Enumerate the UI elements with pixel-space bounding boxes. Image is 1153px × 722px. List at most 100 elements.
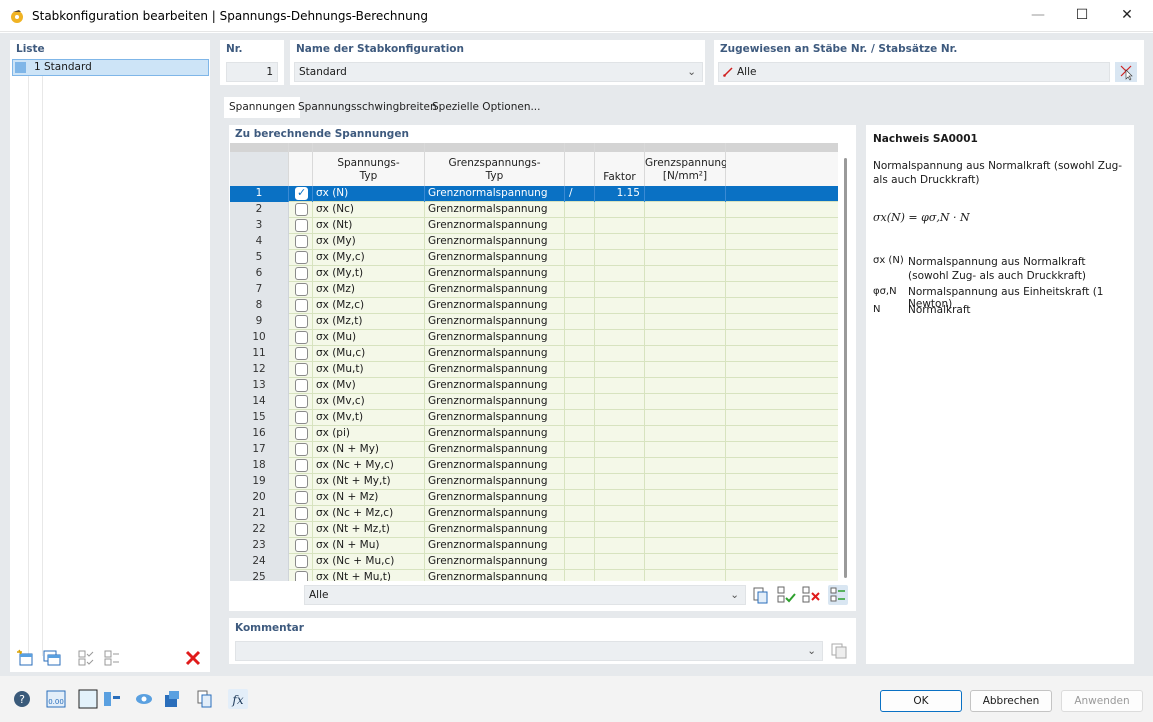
table-row[interactable]: 6 σx (My,t) Grenznormalspannung <box>230 266 838 282</box>
row-checkbox[interactable] <box>289 410 313 426</box>
row-checkbox[interactable] <box>289 362 313 378</box>
table-row[interactable]: 19 σx (Nt + My,t) Grenznormalspannung <box>230 474 838 490</box>
checkbox[interactable] <box>295 363 308 376</box>
checkbox[interactable] <box>295 395 308 408</box>
apply-button[interactable]: Anwenden <box>1061 690 1143 712</box>
row-checkbox[interactable] <box>289 330 313 346</box>
checkbox[interactable] <box>295 539 308 552</box>
row-checkbox[interactable] <box>289 522 313 538</box>
row-checkbox[interactable] <box>289 394 313 410</box>
table-row[interactable]: 23 σx (N + Mu) Grenznormalspannung <box>230 538 838 554</box>
comment-field[interactable]: ⌄ <box>235 641 823 661</box>
checkbox[interactable] <box>295 523 308 536</box>
name-select[interactable]: Standard ⌄ <box>294 62 703 82</box>
uncheck-all-icon[interactable] <box>801 585 821 605</box>
table-row[interactable]: 14 σx (Mv,c) Grenznormalspannung <box>230 394 838 410</box>
maximize-button[interactable]: ☐ <box>1059 0 1105 32</box>
row-checkbox[interactable] <box>289 442 313 458</box>
table-row[interactable]: 10 σx (Mu) Grenznormalspannung <box>230 330 838 346</box>
row-checkbox[interactable] <box>289 282 313 298</box>
table-row[interactable]: 21 σx (Nc + Mz,c) Grenznormalspannung <box>230 506 838 522</box>
table-row[interactable]: 17 σx (N + My) Grenznormalspannung <box>230 442 838 458</box>
checkbox[interactable] <box>295 507 308 520</box>
copy-icon[interactable] <box>42 648 62 668</box>
checkbox[interactable] <box>295 379 308 392</box>
checkbox[interactable] <box>295 491 308 504</box>
table-row[interactable]: 5 σx (My,c) Grenznormalspannung <box>230 250 838 266</box>
table-scrollbar[interactable] <box>844 158 847 578</box>
checkbox[interactable] <box>295 571 308 581</box>
row-checkbox[interactable] <box>289 266 313 282</box>
row-checkbox[interactable] <box>289 458 313 474</box>
row-checkbox[interactable] <box>289 186 313 202</box>
checkbox[interactable] <box>295 219 308 232</box>
tab-spannungsschwingbreiten[interactable]: Spannungsschwingbreiten <box>293 97 442 118</box>
table-row[interactable]: 4 σx (My) Grenznormalspannung <box>230 234 838 250</box>
table-row[interactable]: 24 σx (Nc + Mu,c) Grenznormalspannung <box>230 554 838 570</box>
checkbox[interactable] <box>295 235 308 248</box>
table-row[interactable]: 16 σx (pi) Grenznormalspannung <box>230 426 838 442</box>
table-row[interactable]: 1 σx (N)Grenznormalspannung/1.15 <box>230 186 838 202</box>
table-row[interactable]: 20 σx (N + Mz) Grenznormalspannung <box>230 490 838 506</box>
assigned-field[interactable]: Alle <box>718 62 1110 82</box>
row-checkbox[interactable] <box>289 490 313 506</box>
table-row[interactable]: 8 σx (Mz,c) Grenznormalspannung <box>230 298 838 314</box>
row-checkbox[interactable] <box>289 474 313 490</box>
tab-spannungen[interactable]: Spannungen <box>224 97 301 118</box>
table-row[interactable]: 2 σx (Nc) Grenznormalspannung <box>230 202 838 218</box>
delete-icon[interactable] <box>183 648 203 668</box>
row-checkbox[interactable] <box>289 314 313 330</box>
formula-icon[interactable]: fx <box>228 689 248 709</box>
checkbox[interactable] <box>295 443 308 456</box>
table-row[interactable]: 15 σx (Mv,t) Grenznormalspannung <box>230 410 838 426</box>
row-checkbox[interactable] <box>289 346 313 362</box>
row-checkbox[interactable] <box>289 234 313 250</box>
checkbox[interactable] <box>295 267 308 280</box>
checkbox[interactable] <box>295 186 308 200</box>
tab-spezielle-optionen[interactable]: Spezielle Optionen... <box>427 97 545 118</box>
help-icon[interactable]: ? <box>12 689 32 709</box>
checkbox[interactable] <box>295 347 308 360</box>
filter-select[interactable]: Alle ⌄ <box>304 585 746 605</box>
table-row[interactable]: 9 σx (Mz,t) Grenznormalspannung <box>230 314 838 330</box>
render-icon[interactable] <box>162 689 182 709</box>
check-all-icon[interactable] <box>776 585 796 605</box>
copy-icon[interactable] <box>195 689 215 709</box>
minimize-button[interactable]: — <box>1015 0 1061 32</box>
checkbox[interactable] <box>295 299 308 312</box>
row-checkbox[interactable] <box>289 554 313 570</box>
decimal-icon[interactable]: 0.00 <box>46 689 66 709</box>
toggle-check-icon[interactable] <box>102 648 122 668</box>
close-button[interactable]: ✕ <box>1104 0 1150 32</box>
view-icon[interactable] <box>134 689 154 709</box>
table-row[interactable]: 22 σx (Nt + Mz,t) Grenznormalspannung <box>230 522 838 538</box>
table-row[interactable]: 3 σx (Nt) Grenznormalspannung <box>230 218 838 234</box>
row-checkbox[interactable] <box>289 218 313 234</box>
new-icon[interactable] <box>16 648 36 668</box>
nr-field[interactable]: 1 <box>226 62 278 82</box>
checkbox[interactable] <box>295 283 308 296</box>
row-checkbox[interactable] <box>289 426 313 442</box>
check-all-icon[interactable] <box>76 648 96 668</box>
row-checkbox[interactable] <box>289 506 313 522</box>
table-export-icon[interactable] <box>751 585 771 605</box>
invert-selection-icon[interactable] <box>828 585 848 605</box>
row-checkbox[interactable] <box>289 202 313 218</box>
checkbox[interactable] <box>295 459 308 472</box>
row-checkbox[interactable] <box>289 378 313 394</box>
row-checkbox[interactable] <box>289 538 313 554</box>
row-checkbox[interactable] <box>289 298 313 314</box>
checkbox[interactable] <box>295 203 308 216</box>
checkbox[interactable] <box>295 475 308 488</box>
table-row[interactable]: 13 σx (Mv) Grenznormalspannung <box>230 378 838 394</box>
table-row[interactable]: 12 σx (Mu,t) Grenznormalspannung <box>230 362 838 378</box>
table-row[interactable]: 11 σx (Mu,c) Grenznormalspannung <box>230 346 838 362</box>
cancel-button[interactable]: Abbrechen <box>970 690 1052 712</box>
list-item[interactable]: 1 Standard <box>12 59 209 76</box>
row-checkbox[interactable] <box>289 570 313 581</box>
color-icon[interactable] <box>78 689 98 709</box>
row-checkbox[interactable] <box>289 250 313 266</box>
comment-copy-icon[interactable] <box>829 641 849 661</box>
checkbox[interactable] <box>295 427 308 440</box>
checkbox[interactable] <box>295 251 308 264</box>
